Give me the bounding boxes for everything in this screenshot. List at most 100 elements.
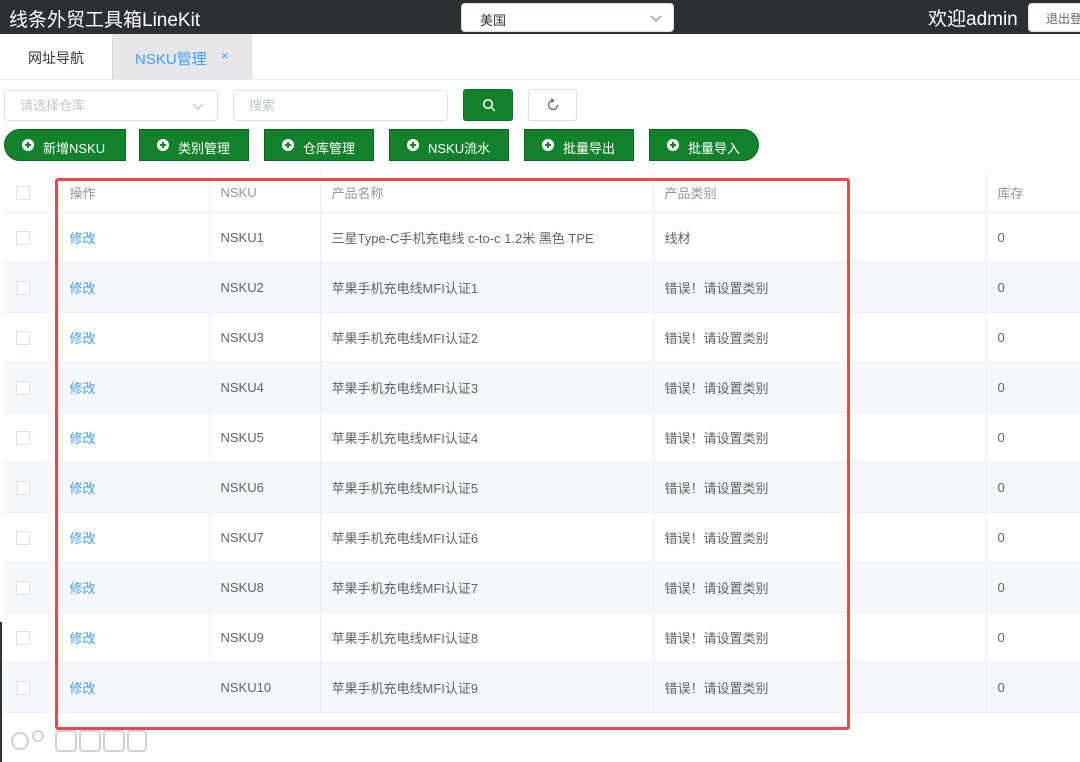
watermark-logo	[11, 730, 147, 752]
edit-link[interactable]: 修改	[70, 381, 96, 396]
cell-stock: 0	[986, 562, 1080, 613]
cell-product-name: 苹果手机充电线MFI认证2	[320, 312, 654, 363]
cell-stock: 0	[986, 662, 1080, 713]
welcome-text: 欢迎admin	[928, 9, 1018, 30]
tab-nsku-management[interactable]: NSKU管理 ×	[112, 34, 252, 79]
cell-product-name: 苹果手机充电线MFI认证8	[320, 612, 654, 663]
warehouse-management-button[interactable]: 仓库管理	[264, 129, 374, 161]
cell-stock: 0	[986, 462, 1080, 513]
row-checkbox[interactable]	[16, 681, 30, 696]
search-input[interactable]	[249, 98, 409, 113]
cell-nsku: NSKU5	[209, 412, 321, 463]
row-checkbox[interactable]	[16, 331, 30, 346]
button-label: 批量导入	[688, 141, 741, 156]
row-checkbox[interactable]	[16, 481, 30, 496]
cell-category: 错误！请设置类别	[653, 262, 987, 313]
table-row: 修改 NSKU5 苹果手机充电线MFI认证4 错误！请设置类别 0	[4, 412, 1080, 463]
search-icon	[482, 98, 496, 112]
edit-link[interactable]: 修改	[70, 531, 96, 546]
nsku-flow-button[interactable]: NSKU流水	[389, 129, 509, 161]
table-row: 修改 NSKU9 苹果手机充电线MFI认证8 错误！请设置类别 0	[4, 612, 1080, 663]
edit-link[interactable]: 修改	[70, 281, 96, 296]
edit-link[interactable]: 修改	[70, 631, 96, 646]
row-checkbox[interactable]	[16, 431, 30, 446]
edit-link[interactable]: 修改	[70, 581, 96, 596]
cell-category: 错误！请设置类别	[653, 612, 987, 663]
warehouse-select[interactable]	[4, 90, 218, 121]
plus-circle-icon	[22, 139, 34, 151]
cell-nsku: NSKU1	[209, 212, 321, 263]
cell-nsku: NSKU7	[209, 512, 321, 563]
row-checkbox[interactable]	[16, 531, 30, 546]
cell-category: 错误！请设置类别	[653, 412, 987, 463]
top-header: 线条外贸工具箱LineKit 美国 欢迎admin 退出登录	[0, 0, 1080, 34]
refresh-button[interactable]	[528, 89, 577, 121]
table-row: 修改 NSKU1 三星Type-C手机充电线 c-to-c 1.2米 黑色 TP…	[4, 212, 1080, 263]
country-select-value: 美国	[480, 13, 507, 28]
search-button[interactable]	[463, 89, 513, 121]
chevron-down-icon	[650, 15, 662, 22]
country-select[interactable]: 美国	[461, 3, 674, 32]
cell-stock: 0	[986, 312, 1080, 363]
table-row: 修改 NSKU2 苹果手机充电线MFI认证1 错误！请设置类别 0	[4, 262, 1080, 313]
edit-link[interactable]: 修改	[70, 431, 96, 446]
cell-product-name: 苹果手机充电线MFI认证1	[320, 262, 654, 313]
cell-nsku: NSKU6	[209, 462, 321, 513]
plus-circle-icon	[282, 139, 294, 151]
plus-circle-icon	[157, 139, 169, 151]
plus-circle-icon	[667, 139, 679, 151]
edit-link[interactable]: 修改	[70, 231, 96, 246]
cell-nsku: NSKU2	[209, 262, 321, 313]
row-checkbox[interactable]	[16, 581, 30, 596]
edit-link[interactable]: 修改	[70, 331, 96, 346]
table-row: 修改 NSKU8 苹果手机充电线MFI认证7 错误！请设置类别 0	[4, 562, 1080, 613]
edit-link[interactable]: 修改	[70, 681, 96, 696]
plus-circle-icon	[407, 139, 419, 151]
cell-product-name: 苹果手机充电线MFI认证7	[320, 562, 654, 613]
batch-export-button[interactable]: 批量导出	[524, 129, 634, 161]
close-icon[interactable]: ×	[221, 48, 229, 63]
select-all-cell	[4, 172, 59, 213]
plus-circle-icon	[542, 139, 554, 151]
button-label: 批量导出	[563, 141, 616, 156]
row-checkbox[interactable]	[16, 281, 30, 296]
cell-product-name: 三星Type-C手机充电线 c-to-c 1.2米 黑色 TPE	[320, 212, 654, 263]
table-row: 修改 NSKU6 苹果手机充电线MFI认证5 错误！请设置类别 0	[4, 462, 1080, 513]
row-checkbox[interactable]	[16, 231, 30, 246]
cell-category: 错误！请设置类别	[653, 362, 987, 413]
nsku-table: 操作 NSKU 产品名称 产品类别 库存 修改 NSKU1 三星Type-C手机…	[4, 172, 1080, 713]
cell-stock: 0	[986, 612, 1080, 663]
column-header-stock: 库存	[986, 172, 1080, 213]
button-label: NSKU流水	[428, 141, 491, 156]
warehouse-select-input[interactable]	[20, 98, 180, 113]
cell-product-name: 苹果手机充电线MFI认证4	[320, 412, 654, 463]
select-all-checkbox[interactable]	[16, 185, 30, 200]
category-management-button[interactable]: 类别管理	[139, 129, 249, 161]
cell-product-name: 苹果手机充电线MFI认证9	[320, 662, 654, 713]
cell-category: 错误！请设置类别	[653, 562, 987, 613]
cell-category: 错误！请设置类别	[653, 462, 987, 513]
cell-product-name: 苹果手机充电线MFI认证3	[320, 362, 654, 413]
cell-category: 错误！请设置类别	[653, 512, 987, 563]
batch-import-button[interactable]: 批量导入	[649, 129, 759, 161]
column-header-nsku: NSKU	[209, 172, 321, 213]
cell-nsku: NSKU3	[209, 312, 321, 363]
add-nsku-button[interactable]: 新增NSKU	[4, 129, 126, 161]
table-header-row: 操作 NSKU 产品名称 产品类别 库存	[4, 172, 1080, 213]
cell-nsku: NSKU10	[209, 662, 321, 713]
cell-nsku: NSKU9	[209, 612, 321, 663]
row-checkbox[interactable]	[16, 381, 30, 396]
tab-url-nav[interactable]: 网址导航	[0, 34, 112, 79]
cell-nsku: NSKU4	[209, 362, 321, 413]
row-checkbox[interactable]	[16, 631, 30, 646]
cell-stock: 0	[986, 362, 1080, 413]
logout-button[interactable]: 退出登录	[1028, 3, 1080, 32]
search-field[interactable]	[233, 90, 448, 121]
button-label: 类别管理	[178, 141, 231, 156]
cell-nsku: NSKU8	[209, 562, 321, 613]
cell-stock: 0	[986, 212, 1080, 263]
edit-link[interactable]: 修改	[70, 481, 96, 496]
tab-bar: 网址导航 NSKU管理 ×	[0, 34, 1080, 80]
column-header-action: 操作	[58, 172, 210, 213]
cell-product-name: 苹果手机充电线MFI认证5	[320, 462, 654, 513]
